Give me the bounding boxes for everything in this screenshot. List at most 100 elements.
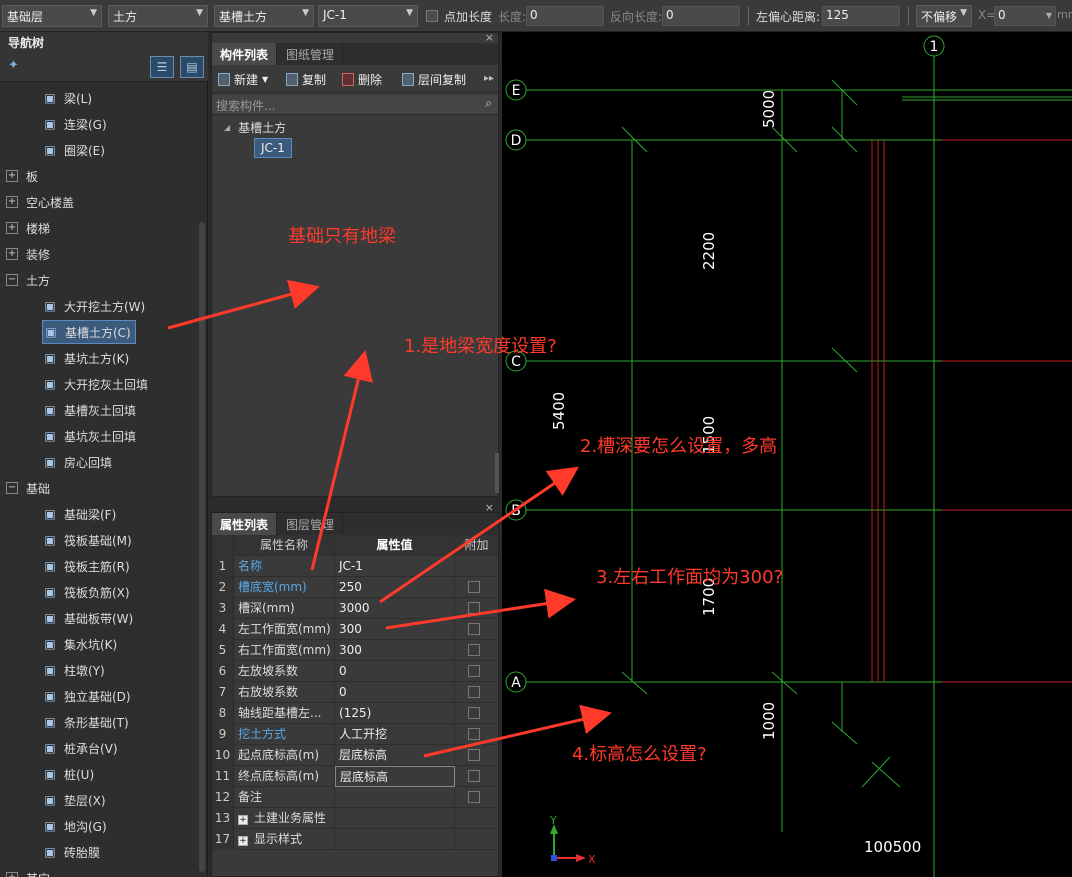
nav-item-30[interactable]: + 其它 [6, 866, 50, 877]
left-offset-input[interactable]: 125 [822, 6, 900, 26]
property-row[interactable]: 1 名称 JC-1 [212, 556, 498, 577]
extra-checkbox[interactable] [468, 623, 480, 635]
nav-item-21[interactable]: ▣ 集水坑(K) [42, 632, 117, 656]
nav-item-24[interactable]: ▣ 条形基础(T) [42, 710, 128, 734]
property-value[interactable]: 0 [335, 661, 455, 682]
tab-layer-manage[interactable]: 图层管理 [278, 513, 344, 535]
property-row[interactable]: 8 轴线距基槽左... (125) [212, 703, 498, 724]
property-row[interactable]: 2 槽底宽(mm) 250 [212, 577, 498, 598]
category-select[interactable]: 土方 ▼ [108, 5, 208, 27]
property-row[interactable]: 4 左工作面宽(mm) 300 [212, 619, 498, 640]
property-value[interactable]: JC-1 [335, 556, 455, 577]
property-value[interactable]: 3000 [335, 598, 455, 619]
property-value[interactable]: 300 [335, 640, 455, 661]
nav-item-9[interactable]: ▣ 基槽土方(C) [42, 320, 136, 344]
expand-icon[interactable]: + [238, 815, 248, 825]
nav-item-2[interactable]: ▣ 圈梁(E) [42, 138, 105, 162]
floor-copy-button[interactable]: 层间复制 [402, 71, 466, 88]
nav-item-25[interactable]: ▣ 桩承台(V) [42, 736, 117, 760]
property-row[interactable]: 9 挖土方式 人工开挖 [212, 724, 498, 745]
add-length-checkbox[interactable] [426, 10, 438, 22]
length-input[interactable]: 0 [526, 6, 604, 26]
nav-item-7[interactable]: − 土方 [6, 268, 50, 292]
extra-checkbox[interactable] [468, 791, 480, 803]
extra-checkbox[interactable] [468, 728, 480, 740]
property-row[interactable]: 10 起点底标高(m) 层底标高 [212, 745, 498, 766]
panel-view-icon[interactable]: ▤ [180, 56, 204, 78]
component-select[interactable]: JC-1 ▼ [318, 5, 418, 27]
nav-item-17[interactable]: ▣ 筏板基础(M) [42, 528, 131, 552]
nav-item-22[interactable]: ▣ 柱墩(Y) [42, 658, 104, 682]
property-value[interactable] [335, 808, 455, 829]
tab-property-list[interactable]: 属性列表 [212, 513, 278, 535]
property-row[interactable]: 13 + 土建业务属性 [212, 808, 498, 829]
copy-button[interactable]: 复制 [286, 71, 326, 88]
nav-item-27[interactable]: ▣ 垫层(X) [42, 788, 105, 812]
tree-parent-node[interactable]: ◢ 基槽土方 [224, 119, 286, 136]
property-value[interactable] [335, 787, 455, 808]
nav-item-8[interactable]: ▣ 大开挖土方(W) [42, 294, 145, 318]
nav-item-0[interactable]: ▣ 梁(L) [42, 86, 92, 110]
property-value[interactable]: 层底标高 [335, 745, 455, 766]
sparkle-icon[interactable]: ✦ [8, 58, 19, 73]
property-row[interactable]: 6 左放坡系数 0 [212, 661, 498, 682]
nav-item-16[interactable]: ▣ 基础梁(F) [42, 502, 116, 526]
splitter-handle[interactable] [495, 453, 499, 493]
close-icon[interactable]: × [485, 31, 494, 44]
new-button[interactable]: 新建 ▼ [218, 71, 268, 88]
extra-checkbox[interactable] [468, 770, 480, 782]
nav-item-12[interactable]: ▣ 基槽灰土回填 [42, 398, 136, 422]
property-value[interactable]: 250 [335, 577, 455, 598]
extra-checkbox[interactable] [468, 686, 480, 698]
extra-checkbox[interactable] [468, 707, 480, 719]
property-row[interactable]: 3 槽深(mm) 3000 [212, 598, 498, 619]
nav-item-13[interactable]: ▣ 基坑灰土回填 [42, 424, 136, 448]
property-value[interactable]: 300 [335, 619, 455, 640]
nav-item-14[interactable]: ▣ 房心回填 [42, 450, 112, 474]
tab-drawing-manage[interactable]: 图纸管理 [278, 43, 344, 65]
extra-checkbox[interactable] [468, 644, 480, 656]
property-row[interactable]: 11 终点底标高(m) 层底标高 [212, 766, 498, 787]
floor-select[interactable]: 基础层 ▼ [2, 5, 102, 27]
offset-select[interactable]: 不偏移 ▼ [916, 5, 972, 27]
property-value[interactable]: 0 [335, 682, 455, 703]
list-view-icon[interactable]: ☰ [150, 56, 174, 78]
nav-item-15[interactable]: − 基础 [6, 476, 50, 500]
tab-component-list[interactable]: 构件列表 [212, 43, 278, 65]
property-row[interactable]: 7 右放坡系数 0 [212, 682, 498, 703]
nav-item-23[interactable]: ▣ 独立基础(D) [42, 684, 130, 708]
property-row[interactable]: 12 备注 [212, 787, 498, 808]
nav-scrollbar[interactable] [199, 222, 205, 872]
nav-item-6[interactable]: + 装修 [6, 242, 50, 266]
extra-checkbox[interactable] [468, 749, 480, 761]
nav-item-5[interactable]: + 楼梯 [6, 216, 50, 240]
more-icon[interactable]: ▸▸ [484, 73, 494, 84]
extra-checkbox[interactable] [468, 665, 480, 677]
property-row[interactable]: 5 右工作面宽(mm) 300 [212, 640, 498, 661]
property-value[interactable]: (125) [335, 703, 455, 724]
nav-item-4[interactable]: + 空心楼盖 [6, 190, 74, 214]
nav-item-3[interactable]: + 板 [6, 164, 38, 188]
extra-checkbox[interactable] [468, 581, 480, 593]
close-icon[interactable]: × [485, 501, 494, 514]
nav-item-11[interactable]: ▣ 大开挖灰土回填 [42, 372, 148, 396]
tree-child-jc1[interactable]: JC-1 [254, 138, 292, 158]
type-select[interactable]: 基槽土方 ▼ [214, 5, 314, 27]
x-input[interactable]: 0 ▼ [994, 6, 1056, 26]
property-value[interactable]: 人工开挖 [335, 724, 455, 745]
reverse-length-input[interactable]: 0 [662, 6, 740, 26]
nav-item-29[interactable]: ▣ 砖胎膜 [42, 840, 100, 864]
extra-checkbox[interactable] [468, 602, 480, 614]
nav-item-1[interactable]: ▣ 连梁(G) [42, 112, 106, 136]
component-search-input[interactable]: 搜索构件... ⌕ [212, 95, 498, 115]
delete-button[interactable]: 删除 [342, 71, 382, 88]
nav-item-28[interactable]: ▣ 地沟(G) [42, 814, 106, 838]
nav-item-20[interactable]: ▣ 基础板带(W) [42, 606, 133, 630]
nav-item-18[interactable]: ▣ 筏板主筋(R) [42, 554, 129, 578]
nav-item-19[interactable]: ▣ 筏板负筋(X) [42, 580, 129, 604]
nav-item-10[interactable]: ▣ 基坑土方(K) [42, 346, 129, 370]
nav-item-26[interactable]: ▣ 桩(U) [42, 762, 94, 786]
property-row[interactable]: 17 + 显示样式 [212, 829, 498, 850]
expand-icon[interactable]: + [238, 836, 248, 846]
property-value[interactable]: 层底标高 [335, 766, 455, 787]
